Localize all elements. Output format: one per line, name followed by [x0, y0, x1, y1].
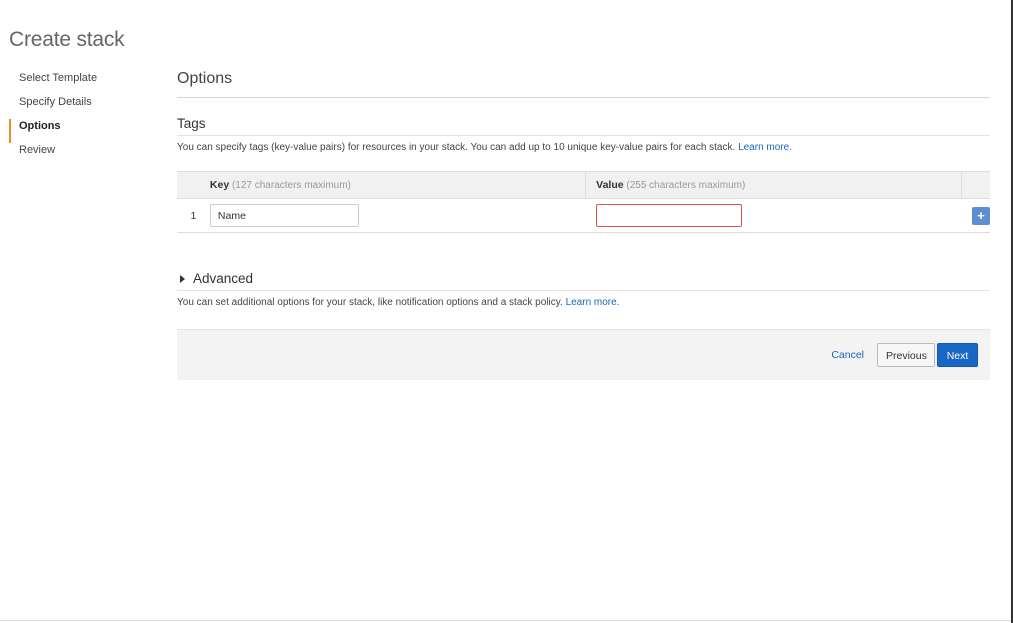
- value-column-header: Value (255 characters maximum): [585, 171, 962, 199]
- wizard-step-options[interactable]: Options: [9, 119, 149, 143]
- tags-table: Key (127 characters maximum) Value (255 …: [177, 171, 990, 233]
- tags-description-text: You can specify tags (key-value pairs) f…: [177, 142, 736, 153]
- options-heading: Options: [177, 70, 990, 98]
- tag-key-input[interactable]: [209, 204, 359, 227]
- tags-heading: Tags: [177, 116, 990, 136]
- wizard-step-specify-details[interactable]: Specify Details: [9, 95, 149, 119]
- table-row: 1 +: [177, 198, 990, 233]
- add-cell: +: [961, 198, 990, 233]
- page-title: Create stack: [9, 28, 125, 51]
- previous-button[interactable]: Previous: [877, 343, 935, 367]
- cancel-link[interactable]: Cancel: [831, 349, 864, 361]
- actions-column-header: [961, 171, 990, 199]
- tags-description: You can specify tags (key-value pairs) f…: [177, 142, 990, 153]
- next-button[interactable]: Next: [937, 343, 978, 367]
- advanced-description-text: You can set additional options for your …: [177, 297, 563, 308]
- row-number-header: [177, 171, 210, 199]
- advanced-learn-more-link[interactable]: Learn more.: [566, 297, 620, 308]
- tags-learn-more-link[interactable]: Learn more.: [738, 142, 792, 153]
- advanced-description: You can set additional options for your …: [177, 297, 990, 308]
- caret-right-icon: [180, 274, 185, 283]
- value-column-hint: (255 characters maximum): [626, 180, 746, 191]
- key-column-hint: (127 characters maximum): [231, 180, 351, 191]
- row-number: 1: [177, 198, 210, 233]
- key-column-header: Key (127 characters maximum): [209, 171, 587, 199]
- tags-table-header: Key (127 characters maximum) Value (255 …: [177, 171, 990, 199]
- wizard-step-review[interactable]: Review: [9, 143, 149, 167]
- options-panel: Options Tags You can specify tags (key-v…: [177, 70, 990, 380]
- add-tag-button[interactable]: +: [972, 206, 990, 225]
- wizard-step-select-template[interactable]: Select Template: [9, 71, 149, 95]
- bottom-divider: [0, 620, 1011, 621]
- wizard-footer: Cancel Previous Next: [177, 329, 990, 380]
- tag-value-input[interactable]: [595, 204, 742, 227]
- wizard-steps-nav: Select Template Specify Details Options …: [9, 71, 149, 167]
- advanced-heading: Advanced: [193, 271, 254, 286]
- value-cell: [585, 198, 961, 233]
- key-cell: [209, 198, 586, 233]
- key-column-label: Key: [209, 179, 230, 191]
- value-column-label: Value: [596, 179, 624, 191]
- advanced-toggle[interactable]: Advanced: [177, 271, 990, 291]
